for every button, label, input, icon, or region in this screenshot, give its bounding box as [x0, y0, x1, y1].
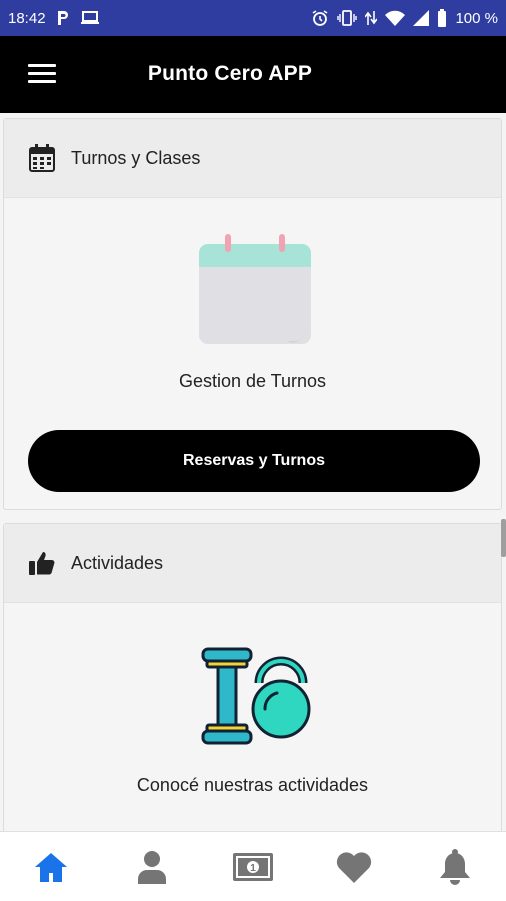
- svg-text:1: 1: [250, 863, 256, 874]
- card-title-actividades: Actividades: [71, 552, 164, 573]
- signal-icon: [413, 10, 430, 26]
- battery-icon: [437, 9, 447, 27]
- bell-icon[interactable]: [425, 842, 485, 892]
- bottom-nav: 1: [0, 831, 506, 901]
- app-bar: Punto Cero APP: [0, 36, 506, 113]
- calendar-icon: [28, 144, 56, 172]
- caption-gestion-turnos: Gestion de Turnos: [178, 371, 327, 391]
- home-icon[interactable]: [21, 842, 81, 892]
- main-content[interactable]: Turnos y Clases Gestion de Turnos Reserv…: [0, 113, 506, 831]
- heart-icon[interactable]: [324, 842, 384, 892]
- data-arrows-icon: [365, 9, 378, 27]
- vibrate-icon: [337, 9, 358, 27]
- app-title: Punto Cero APP: [147, 62, 313, 85]
- money-icon[interactable]: 1: [223, 842, 283, 892]
- caption-actividades: Conocé nuestras actividades: [136, 775, 369, 795]
- status-bar: 18:42 100 %: [0, 0, 506, 36]
- calendar-illustration: [197, 234, 313, 351]
- reservas-turnos-button[interactable]: Reservas y Turnos: [28, 430, 480, 492]
- card-header-turnos: Turnos y Clases: [4, 119, 501, 198]
- laptop-icon: [80, 10, 100, 26]
- card-actividades: Actividades Conocé nuestras actividades: [3, 523, 502, 831]
- thumbs-up-icon: [28, 549, 56, 577]
- dumbbell-kettlebell-illustration: [201, 647, 313, 752]
- status-time: 18:42: [8, 9, 46, 27]
- scrollbar[interactable]: [501, 519, 506, 557]
- card-header-actividades: Actividades: [4, 524, 501, 603]
- card-title-turnos: Turnos y Clases: [71, 147, 201, 168]
- p-icon: [56, 10, 70, 26]
- card-turnos: Turnos y Clases Gestion de Turnos Reserv…: [3, 118, 502, 510]
- wifi-icon: [385, 10, 406, 26]
- user-icon[interactable]: [122, 842, 182, 892]
- battery-percent: 100 %: [455, 9, 498, 27]
- alarm-icon: [311, 9, 329, 27]
